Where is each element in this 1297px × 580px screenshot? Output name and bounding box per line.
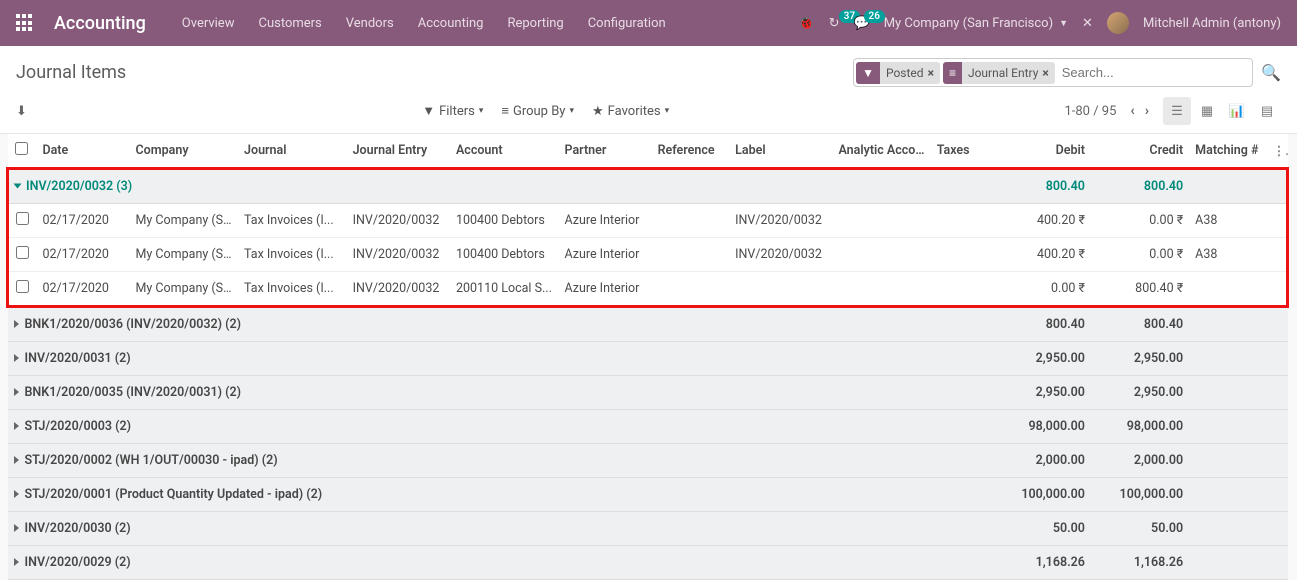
settings-icon[interactable]: ✕ — [1082, 16, 1093, 31]
col-account[interactable]: Account — [450, 134, 559, 169]
list-view: Date Company Journal Journal Entry Accou… — [0, 134, 1297, 580]
group-row[interactable]: STJ/2020/0003 (2)98,000.0098,000.00 — [8, 410, 1288, 444]
nav-links: Overview Customers Vendors Accounting Re… — [172, 10, 676, 37]
search-input[interactable] — [1058, 61, 1250, 84]
group-icon: ≡ — [943, 62, 962, 84]
row-checkbox[interactable] — [16, 246, 29, 259]
main-navbar: Accounting Overview Customers Vendors Ac… — [0, 0, 1297, 46]
nav-configuration[interactable]: Configuration — [578, 10, 676, 37]
caret-right-icon — [14, 354, 19, 362]
nav-customers[interactable]: Customers — [248, 10, 331, 37]
caret-right-icon — [14, 388, 19, 396]
col-partner[interactable]: Partner — [559, 134, 652, 169]
caret-right-icon — [14, 320, 19, 328]
col-analytic[interactable]: Analytic Acco... — [832, 134, 930, 169]
messaging-icon[interactable]: 💬26 — [854, 16, 870, 31]
star-icon: ★ — [592, 104, 604, 119]
col-credit[interactable]: Credit — [1091, 134, 1189, 169]
breadcrumb: Journal Items — [16, 62, 126, 83]
group-row[interactable]: STJ/2020/0002 (WH 1/OUT/00030 - ipad) (2… — [8, 444, 1288, 478]
row-checkbox[interactable] — [16, 212, 29, 225]
app-title: Accounting — [54, 13, 146, 34]
pager[interactable]: 1-80 / 95 — [1064, 104, 1116, 119]
caret-right-icon — [14, 490, 19, 498]
group-row[interactable]: INV/2020/0031 (2)2,950.002,950.00 — [8, 342, 1288, 376]
filter-facet-posted[interactable]: ▼ Posted × — [856, 62, 940, 84]
export-icon[interactable]: ⬇ — [16, 104, 27, 119]
chevron-down-icon: ▾ — [569, 106, 574, 116]
table-row[interactable]: 02/17/2020 My Company (S... Tax Invoices… — [8, 204, 1288, 238]
col-company[interactable]: Company — [129, 134, 238, 169]
header-row: Date Company Journal Journal Entry Accou… — [8, 134, 1288, 169]
col-journal[interactable]: Journal — [238, 134, 347, 169]
pager-prev[interactable]: ‹ — [1130, 103, 1134, 119]
avatar[interactable] — [1107, 12, 1129, 34]
table-row[interactable]: 02/17/2020 My Company (S... Tax Invoices… — [8, 238, 1288, 272]
group-row[interactable]: INV/2020/0029 (2)1,168.261,168.26 — [8, 546, 1288, 580]
nav-overview[interactable]: Overview — [172, 10, 245, 37]
col-reference[interactable]: Reference — [652, 134, 730, 169]
close-icon[interactable]: × — [928, 66, 934, 80]
list-view-button[interactable]: ☰ — [1163, 97, 1191, 125]
chevron-down-icon: ▾ — [479, 106, 484, 116]
row-checkbox[interactable] — [16, 280, 29, 293]
search-view[interactable]: ▼ Posted × ≡ Journal Entry × — [853, 58, 1253, 87]
table-row[interactable]: 02/17/2020 My Company (S... Tax Invoices… — [8, 272, 1288, 307]
filter-icon: ▼ — [422, 103, 435, 119]
nav-vendors[interactable]: Vendors — [336, 10, 404, 37]
nav-reporting[interactable]: Reporting — [497, 10, 573, 37]
graph-view-button[interactable]: 📊 — [1223, 97, 1251, 125]
group-row[interactable]: BNK1/2020/0035 (INV/2020/0031) (2)2,950.… — [8, 376, 1288, 410]
group-row[interactable]: INV/2020/0030 (2)50.0050.00 — [8, 512, 1288, 546]
group-row[interactable]: INV/2020/0032 (3) 800.40 800.40 — [8, 169, 1288, 204]
nav-accounting[interactable]: Accounting — [408, 10, 494, 37]
select-all-checkbox[interactable] — [15, 142, 28, 155]
caret-right-icon — [14, 524, 19, 532]
col-date[interactable]: Date — [36, 134, 129, 169]
favorites-button[interactable]: ★ Favorites ▾ — [592, 103, 669, 119]
chevron-down-icon: ▼ — [1059, 18, 1068, 29]
col-label[interactable]: Label — [729, 134, 832, 169]
search-icon[interactable]: 🔍 — [1261, 63, 1281, 82]
group-row[interactable]: BNK1/2020/0036 (INV/2020/0032) (2)800.40… — [8, 307, 1288, 342]
group-icon: ≡ — [501, 103, 509, 119]
col-matching[interactable]: Matching # — [1189, 134, 1267, 169]
apps-icon[interactable] — [16, 14, 34, 32]
bug-icon[interactable]: 🐞 — [798, 16, 814, 31]
groupby-button[interactable]: ≡ Group By ▾ — [501, 103, 574, 119]
kanban-view-button[interactable]: ▤ — [1253, 97, 1281, 125]
col-debit[interactable]: Debit — [993, 134, 1091, 169]
company-selector[interactable]: My Company (San Francisco) ▼ — [884, 16, 1068, 31]
nav-right: 🐞 ↻37 💬26 My Company (San Francisco) ▼ ✕… — [798, 12, 1281, 34]
filters-button[interactable]: ▼ Filters ▾ — [422, 103, 483, 119]
close-icon[interactable]: × — [1042, 66, 1048, 80]
chevron-down-icon: ▾ — [665, 106, 670, 116]
caret-right-icon — [14, 456, 19, 464]
group-row[interactable]: STJ/2020/0001 (Product Quantity Updated … — [8, 478, 1288, 512]
filter-icon: ▼ — [856, 62, 880, 84]
caret-right-icon — [14, 558, 19, 566]
pager-next[interactable]: › — [1145, 103, 1149, 119]
control-panel: Journal Items ▼ Posted × ≡ Journal Entry… — [0, 46, 1297, 134]
user-menu[interactable]: Mitchell Admin (antony) — [1143, 16, 1281, 31]
pivot-view-button[interactable]: ▦ — [1193, 97, 1221, 125]
col-journal-entry[interactable]: Journal Entry — [347, 134, 450, 169]
col-taxes[interactable]: Taxes — [931, 134, 993, 169]
caret-down-icon — [14, 184, 22, 189]
caret-right-icon — [14, 422, 19, 430]
group-facet-journal-entry[interactable]: ≡ Journal Entry × — [943, 62, 1055, 84]
clock-icon[interactable]: ↻37 — [829, 16, 840, 31]
optional-columns-button[interactable]: ⋮ — [1267, 134, 1288, 169]
